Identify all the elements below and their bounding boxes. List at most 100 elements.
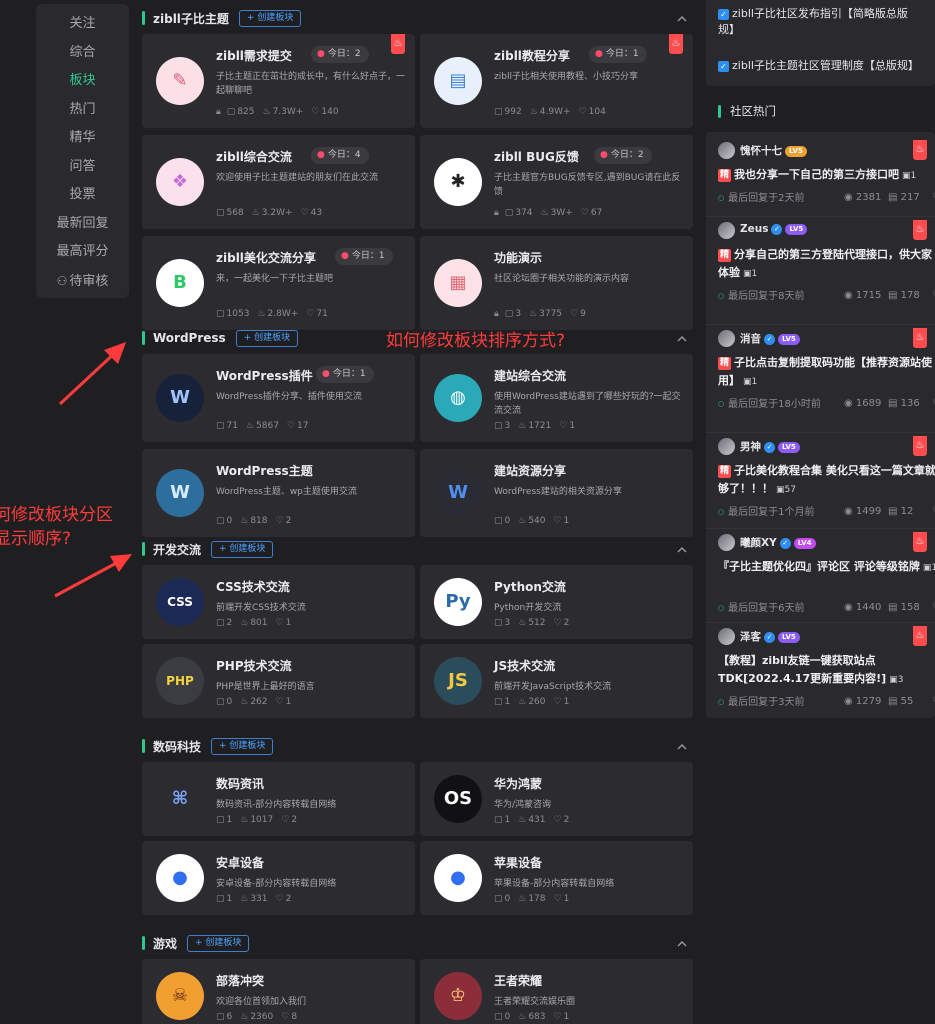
board-title[interactable]: zibll需求提交 — [216, 47, 292, 64]
board-card[interactable]: OS 华为鸿蒙 华为/鸿蒙咨询 ▢ 1 ♨ 431 ♡ 2 — [420, 762, 693, 836]
post-title[interactable]: 精分享自己的第三方登陆代理接口，供大家体验 ▣1 — [718, 246, 935, 283]
board-title[interactable]: JS技术交流 — [494, 657, 555, 674]
user-avatar[interactable] — [718, 142, 735, 159]
board-card[interactable]: W 建站资源分享 WordPress建站的相关资源分享 ▢ 0 ♨ 540 ♡ 1 — [420, 449, 693, 537]
board-card[interactable]: ● 苹果设备 苹果设备-部分内容转载自网络 ▢ 0 ♨ 178 ♡ 1 — [420, 841, 693, 915]
board-card[interactable]: PHP PHP技术交流 PHP是世界上最好的语言 ▢ 0 ♨ 262 ♡ 1 — [142, 644, 415, 718]
user-avatar[interactable] — [718, 222, 735, 239]
user-avatar[interactable] — [718, 628, 735, 645]
board-card[interactable]: ⌘ 数码资讯 数码资讯-部分内容转载自网络 ▢ 1 ♨ 1017 ♡ 2 — [142, 762, 415, 836]
post-title[interactable]: 【教程】zibll友链一键获取站点TDK[2022.4.17更新重要内容!] ▣3 — [718, 652, 935, 689]
user-name[interactable]: 愧怀十七 LV5 — [740, 143, 807, 158]
board-card[interactable]: ◍ 建站综合交流 使用WordPress建站遇到了哪些好玩的?一起交流交流 ▢ 3 ♨ 17… — [420, 354, 693, 442]
board-title[interactable]: WordPress插件 — [216, 367, 313, 384]
board-card[interactable]: ▤ zibll教程分享 ● 今日：1 zibll子比相关使用教程、小技巧分享 ▢ 992 ♨ 4… — [420, 34, 693, 128]
board-title[interactable]: 建站综合交流 — [494, 367, 566, 384]
board-title[interactable]: 功能演示 — [494, 249, 542, 266]
user-avatar[interactable] — [718, 534, 735, 551]
announcement-link[interactable]: ✓ zibll子比主题社区管理制度【总版规】 — [718, 58, 919, 74]
board-title[interactable]: 数码资讯 — [216, 775, 264, 792]
image-count-value: 1 — [751, 269, 758, 279]
hot-post[interactable]: 男神 ✓ LV5 ♨ 精子比美化教程合集 美化只看这一篇文章就够了！！！ ▣57 ○ 最后回复… — [706, 436, 935, 532]
board-card[interactable]: Py Python交流 Python开发交流 ▢ 3 ♨ 512 ♡ 2 — [420, 565, 693, 639]
image-icon: ▣ — [776, 485, 785, 495]
nav-item[interactable]: 投票 — [36, 181, 129, 210]
post-title[interactable]: 精子比美化教程合集 美化只看这一篇文章就够了！！！ ▣57 — [718, 462, 935, 499]
board-title[interactable]: 部落冲突 — [216, 972, 264, 989]
board-card[interactable]: ☠ 部落冲突 欢迎各位首领加入我们 ▢ 6 ♨ 2360 ♡ 8 — [142, 959, 415, 1024]
board-card[interactable]: ✱ zibll BUG反馈 ● 今日：2 子比主题官方BUG反馈专区,遇到BUG请在此反… — [420, 135, 693, 229]
board-title[interactable]: zibll综合交流 — [216, 148, 292, 165]
collapse-icon[interactable] — [676, 330, 688, 342]
create-board-button[interactable]: + 创建板块 — [211, 737, 274, 755]
meta-stat-value: 136 — [900, 398, 920, 409]
board-title[interactable]: zibll美化交流分享 — [216, 249, 316, 266]
post-title[interactable]: 精我也分享一下自己的第三方接口吧 ▣1 — [718, 166, 935, 185]
views-icon: ♨ — [240, 894, 249, 904]
post-title[interactable]: 精子比点击复制提取码功能【推荐资源站使用】 ▣1 — [718, 354, 935, 391]
board-title[interactable]: 华为鸿蒙 — [494, 775, 542, 792]
board-title[interactable]: 建站资源分享 — [494, 462, 566, 479]
board-card[interactable]: ♔ 王者荣耀 王者荣耀交流娱乐圈 ▢ 0 ♨ 683 ♡ 1 — [420, 959, 693, 1024]
board-card[interactable]: Bzibll美化交流分享 ● 今日：1 来，一起美化一下子比主题吧 ▢ 1053 ♨ 2.8W… — [142, 236, 415, 330]
board-card[interactable]: JS JS技术交流 前端开发JavaScript技术交流 ▢ 1 ♨ 260 ♡ 1 — [420, 644, 693, 718]
board-card[interactable]: CSS CSS技术交流 前端开发CSS技术交流 ▢ 2 ♨ 801 ♡ 1 — [142, 565, 415, 639]
nav-item[interactable]: 综合 — [36, 39, 129, 68]
board-card[interactable]: W WordPress主题 WordPress主题、wp主题使用交流 ▢ 0 ♨ 818 ♡ 2 — [142, 449, 415, 537]
collapse-icon[interactable] — [676, 738, 688, 750]
user-avatar[interactable] — [718, 330, 735, 347]
create-board-button[interactable]: + 创建板块 — [238, 9, 302, 27]
posts-icon: ▢ — [494, 894, 503, 904]
today-prefix: 今日： — [610, 150, 638, 160]
board-title[interactable]: 王者荣耀 — [494, 972, 542, 989]
board-description: 子比主题官方BUG反馈专区,遇到BUG请在此反馈 — [494, 173, 681, 197]
nav-item[interactable]: 热门 — [36, 96, 129, 125]
nav-item[interactable]: 最新回复 — [36, 210, 129, 239]
create-board-button[interactable]: + 创建板块 — [211, 540, 274, 558]
user-name[interactable]: 泽客 ✓ LV5 — [740, 629, 800, 644]
create-board-button[interactable]: + 创建板块 — [235, 329, 299, 347]
post-title[interactable]: 『子比主题优化四』评论区 评论等级铭牌 ▣1 — [718, 558, 935, 577]
stat-value: 331 — [250, 894, 268, 904]
board-title[interactable]: 安卓设备 — [216, 854, 264, 871]
post-meta: ○最后回复于1个月前◉ 1499▤ 12♡ 72 — [718, 504, 935, 521]
hot-post[interactable]: 消音 ✓ LV5 ♨ 精子比点击复制提取码功能【推荐资源站使用】 ▣1 ○ 最后回复于18小时… — [706, 328, 935, 436]
hot-post[interactable]: 曦颜XY ✓ LV4 ♨ 『子比主题优化四』评论区 评论等级铭牌 ▣1 ○ 最后回复于6天前 ◉… — [706, 532, 935, 626]
user-name[interactable]: 曦颜XY ✓ LV4 — [740, 535, 816, 550]
nav-item[interactable]: 精华 — [36, 124, 129, 153]
board-title[interactable]: zibll教程分享 — [494, 47, 570, 64]
nav-item[interactable]: 关注 — [36, 10, 129, 39]
views-icon: ♨ — [518, 618, 527, 628]
hot-post[interactable]: 愧怀十七 LV5 ♨ 精我也分享一下自己的第三方接口吧 ▣1 ○ 最后回复于2天前 ◉ 238… — [706, 140, 935, 220]
user-name[interactable]: Zeus ✓ LV5 — [740, 223, 808, 235]
board-title[interactable]: CSS技术交流 — [216, 578, 290, 595]
board-card[interactable]: W WordPress插件 ● 今日：1 WordPress插件分享、插件使用交流 ▢ 71… — [142, 354, 415, 442]
hot-post[interactable]: 泽客 ✓ LV5 ♨ 【教程】zibll友链一键获取站点TDK[2022.4.17更新重… — [706, 626, 935, 718]
user-name[interactable]: 消音 ✓ LV5 — [740, 331, 800, 346]
announcement-link[interactable]: ✓ zibll子比社区发布指引【简略版总版 规】 — [718, 6, 908, 38]
board-title[interactable]: zibll BUG反馈 — [494, 148, 579, 165]
board-card[interactable]: ▦ 功能演示 社区论坛圈子相关功能的演示内容 🔒︎ ▢ 3 ♨ 3775 ♡ 9 — [420, 236, 693, 330]
user-avatar[interactable] — [718, 438, 735, 455]
stat: ▢ 1 — [216, 894, 232, 904]
hot-post[interactable]: Zeus ✓ LV5 ♨ 精分享自己的第三方登陆代理接口，供大家体验 ▣1 ○ 最后回复于8天… — [706, 220, 935, 328]
status-dot: ○ — [718, 508, 725, 516]
nav-item[interactable]: 板块 — [36, 67, 129, 96]
board-card[interactable]: ● 安卓设备 安卓设备-部分内容转载自网络 ▢ 1 ♨ 331 ♡ 2 — [142, 841, 415, 915]
collapse-icon[interactable] — [676, 541, 688, 553]
board-title[interactable]: WordPress主题 — [216, 462, 313, 479]
nav-item[interactable]: 最高评分 — [36, 238, 129, 267]
board-title[interactable]: Python交流 — [494, 578, 566, 595]
stat: ♡ 104 — [579, 107, 606, 117]
user-name[interactable]: 男神 ✓ LV5 — [740, 439, 800, 454]
collapse-icon[interactable] — [676, 10, 688, 22]
nav-item[interactable]: ⚇ 待审核 — [36, 267, 129, 296]
nav-item[interactable]: 问答 — [36, 153, 129, 182]
create-board-button[interactable]: + 创建板块 — [187, 934, 250, 952]
board-title[interactable]: 苹果设备 — [494, 854, 542, 871]
stat-value: 140 — [321, 107, 339, 117]
board-card[interactable]: ✎ zibll需求提交 ● 今日：2 子比主题正在茁壮的成长中，有什么好点子，一起聊聊吧… — [142, 34, 415, 128]
board-card[interactable]: ❖ zibll综合交流 ● 今日：4 欢迎使用子比主题建站的朋友们在此交流 ▢ 568 ♨ 3.… — [142, 135, 415, 229]
collapse-icon[interactable] — [676, 935, 688, 947]
board-title[interactable]: PHP技术交流 — [216, 657, 292, 674]
